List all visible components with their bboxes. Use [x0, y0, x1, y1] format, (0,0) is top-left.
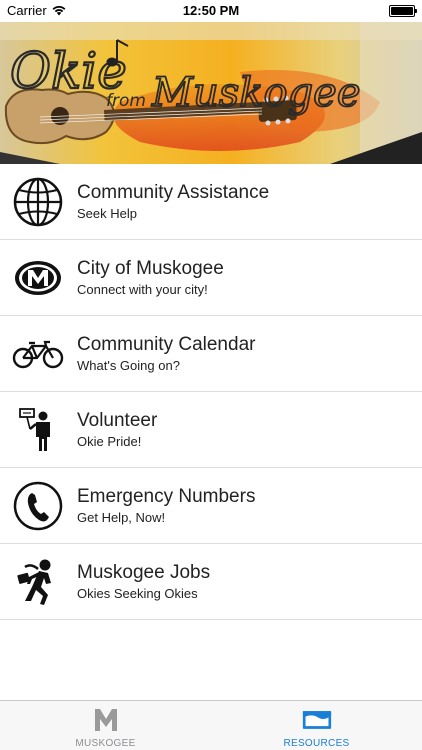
list-item-emergency-numbers[interactable]: Emergency Numbers Get Help, Now!	[0, 468, 422, 544]
list-item-subtitle: Okies Seeking Okies	[77, 585, 198, 601]
list-item-subtitle: What's Going on?	[77, 357, 180, 373]
header-banner: Okie from Muskogee	[0, 22, 422, 164]
list-item-community-assistance[interactable]: Community Assistance Seek Help	[0, 164, 422, 240]
list-item-title: Community Calendar	[77, 333, 256, 355]
m-icon	[91, 708, 121, 732]
list-item-community-calendar[interactable]: Community Calendar What's Going on?	[0, 316, 422, 392]
banner-place-text: Muskogee	[151, 70, 361, 116]
list-item-title: City of Muskogee	[77, 257, 224, 279]
list-item-title: Volunteer	[77, 409, 158, 431]
tab-muskogee[interactable]: MUSKOGEE	[0, 701, 211, 750]
resource-list: Community Assistance Seek Help City of M…	[0, 164, 422, 620]
bicycle-icon	[12, 328, 64, 380]
list-item-muskogee-jobs[interactable]: Muskogee Jobs Okies Seeking Okies	[0, 544, 422, 620]
list-item-subtitle: Okie Pride!	[77, 433, 142, 449]
tab-bar: MUSKOGEE RESOURCES	[0, 700, 422, 750]
resources-icon	[302, 708, 332, 732]
list-item-volunteer[interactable]: Volunteer Okie Pride!	[0, 392, 422, 468]
running-person-icon	[12, 556, 64, 608]
status-bar: Carrier 12:50 PM	[0, 0, 422, 22]
list-item-title: Emergency Numbers	[77, 485, 256, 507]
list-item-subtitle: Get Help, Now!	[77, 509, 166, 525]
banner-from-text: from	[106, 91, 146, 111]
list-item-subtitle: Seek Help	[77, 205, 137, 221]
phone-icon	[12, 480, 64, 532]
globe-icon	[12, 176, 64, 228]
list-item-title: Muskogee Jobs	[77, 561, 211, 583]
person-with-sign-icon	[12, 404, 64, 456]
status-time: 12:50 PM	[182, 3, 240, 18]
tab-label: RESOURCES	[283, 738, 350, 749]
muskogee-m-logo-icon	[12, 252, 64, 304]
tab-label: MUSKOGEE	[75, 738, 136, 749]
tab-resources[interactable]: RESOURCES	[211, 701, 422, 750]
battery-icon	[389, 5, 417, 17]
banner-artwork: Okie from Muskogee	[0, 22, 422, 164]
list-item-title: Community Assistance	[77, 181, 270, 203]
list-item-city-of-muskogee[interactable]: City of Muskogee Connect with your city!	[0, 240, 422, 316]
list-item-subtitle: Connect with your city!	[77, 281, 208, 297]
